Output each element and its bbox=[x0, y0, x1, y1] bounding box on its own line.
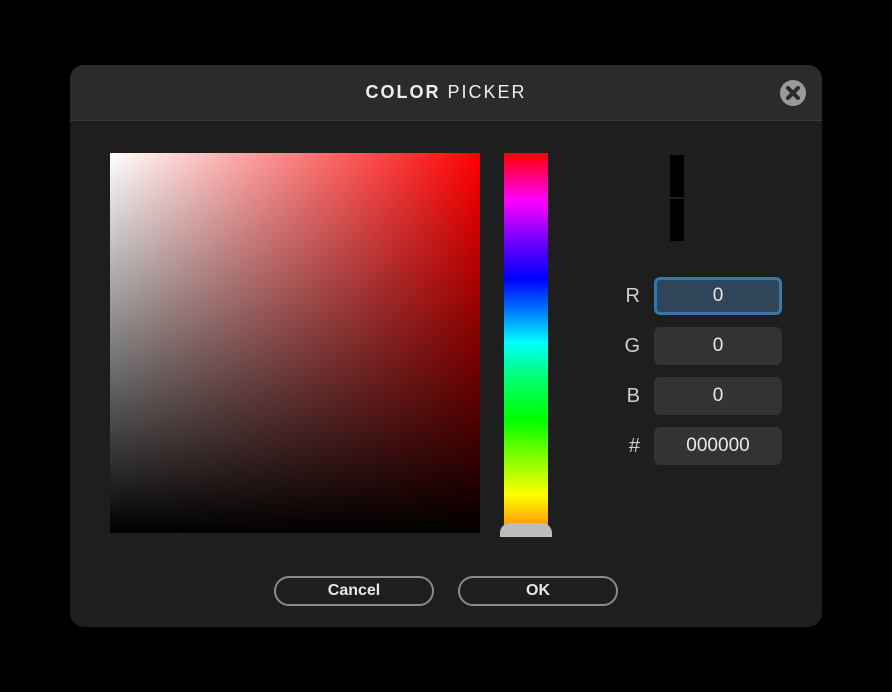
dialog-content: R G B # bbox=[70, 121, 822, 555]
hue-gradient bbox=[504, 153, 548, 533]
b-input[interactable] bbox=[654, 377, 782, 415]
color-picker-dialog: COLOR PICKER R G bbox=[70, 65, 822, 627]
title-light: PICKER bbox=[447, 82, 526, 102]
title-bold: COLOR bbox=[365, 82, 440, 102]
new-color-swatch bbox=[670, 155, 684, 197]
ok-button[interactable]: OK bbox=[458, 576, 618, 606]
g-row: G bbox=[572, 327, 782, 365]
dialog-footer: Cancel OK bbox=[70, 555, 822, 627]
b-label: B bbox=[616, 385, 640, 408]
r-row: R bbox=[572, 277, 782, 315]
hue-slider[interactable] bbox=[504, 153, 548, 533]
saturation-value-panel[interactable] bbox=[110, 153, 480, 533]
r-label: R bbox=[616, 285, 640, 308]
g-label: G bbox=[616, 335, 640, 358]
color-swatches bbox=[572, 155, 782, 241]
hue-slider-thumb[interactable] bbox=[500, 523, 552, 537]
hex-row: # bbox=[572, 427, 782, 465]
value-column: R G B # bbox=[572, 153, 782, 555]
hex-label: # bbox=[616, 435, 640, 458]
g-input[interactable] bbox=[654, 327, 782, 365]
titlebar: COLOR PICKER bbox=[70, 65, 822, 121]
close-icon bbox=[779, 79, 807, 107]
cancel-button[interactable]: Cancel bbox=[274, 576, 434, 606]
dialog-title: COLOR PICKER bbox=[365, 82, 526, 103]
close-button[interactable] bbox=[778, 78, 808, 108]
b-row: B bbox=[572, 377, 782, 415]
hex-input[interactable] bbox=[654, 427, 782, 465]
old-color-swatch bbox=[670, 199, 684, 241]
r-input[interactable] bbox=[654, 277, 782, 315]
